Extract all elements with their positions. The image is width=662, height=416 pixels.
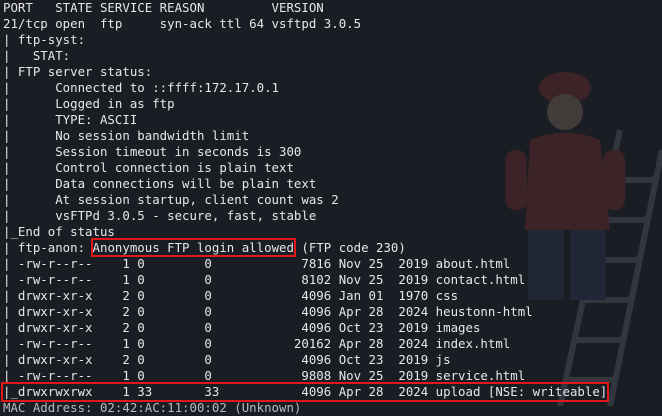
status-heading: | FTP server status: <box>3 64 153 79</box>
terminal-output: PORT STATE SERVICE REASON VERSION 21/tcp… <box>0 0 662 415</box>
end-of-status-line: |_End of status <box>3 224 115 239</box>
anonymous-login-highlight: Anonymous FTP login allowed <box>90 238 296 257</box>
ftp-anon-label: | ftp-anon: <box>3 240 93 255</box>
listing-row: | drwxr-xr-x 2 0 0 4096 Jan 01 1970 css <box>3 288 459 303</box>
ftp-anon-line: | ftp-anon: Anonymous FTP login allowed … <box>3 238 406 257</box>
listing-row: | drwxr-xr-x 2 0 0 4096 Apr 28 2024 heus… <box>3 304 533 319</box>
listing-row: | -rw-r--r-- 1 0 0 20162 Apr 28 2024 ind… <box>3 336 511 351</box>
status-line: | TYPE: ASCII <box>3 112 138 127</box>
stat-line: | STAT: <box>3 48 78 63</box>
mac-address-line: MAC Address: 02:42:AC:11:00:02 (Unknown) <box>3 400 302 415</box>
listing-row: | -rw-r--r-- 1 0 0 8102 Nov 25 2019 cont… <box>3 272 526 287</box>
listing-row: | -rw-r--r-- 1 0 0 9808 Nov 25 2019 serv… <box>3 368 526 383</box>
status-line: | Control connection is plain text <box>3 160 294 175</box>
status-line: | No session bandwidth limit <box>3 128 250 143</box>
upload-writeable-row: |_drwxrwxrwx 1 33 33 4096 Apr 28 2024 up… <box>0 382 610 402</box>
status-line: | Connected to ::ffff:172.17.0.1 <box>3 80 280 95</box>
status-line: | At session startup, client count was 2 <box>3 192 339 207</box>
status-line: | Session timeout in seconds is 300 <box>3 144 302 159</box>
port-line: 21/tcp open ftp syn-ack ttl 64 vsftpd 3.… <box>3 16 362 31</box>
status-line: | Data connections will be plain text <box>3 176 317 191</box>
ftp-code: (FTP code 230) <box>293 240 406 255</box>
scan-header: PORT STATE SERVICE REASON VERSION <box>3 0 324 15</box>
ftp-syst-line: | ftp-syst: <box>3 32 93 47</box>
listing-row: | drwxr-xr-x 2 0 0 4096 Oct 23 2019 js <box>3 352 451 367</box>
listing-row: | drwxr-xr-x 2 0 0 4096 Oct 23 2019 imag… <box>3 320 481 335</box>
status-line: | Logged in as ftp <box>3 96 175 111</box>
status-line: | vsFTPd 3.0.5 - secure, fast, stable <box>3 208 317 223</box>
listing-row: | -rw-r--r-- 1 0 0 7816 Nov 25 2019 abou… <box>3 256 511 271</box>
